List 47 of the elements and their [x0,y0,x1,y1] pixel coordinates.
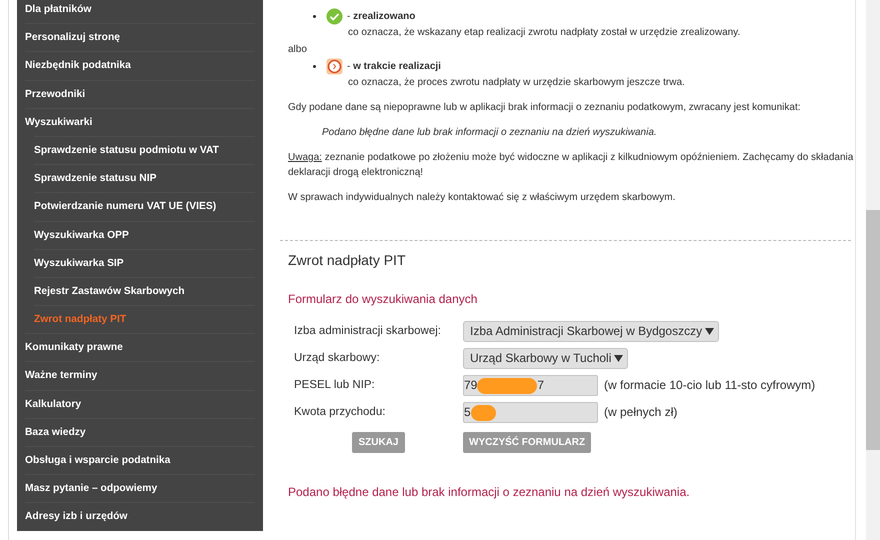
status-description: co oznacza, że proces zwrotu nadpłaty w urzędzie skarbowym jeszcze trwa. [347,76,686,90]
sidebar-subitem[interactable]: Wyszukiwarka SIP [34,248,255,277]
input-field[interactable]: 5 [463,402,598,423]
field-label: Izba administracji skarbowej: [294,324,442,339]
sidebar-subitem[interactable]: Rejestr Zastawów Skarbowych [34,276,255,306]
scrollbar[interactable] [866,0,880,540]
form-subtitle: Formularz do wyszukiwania danych [288,292,478,307]
status-label: - zrealizowano [347,10,416,24]
clock-icon [326,58,343,75]
select-field[interactable]: Urząd Skarbowy w Tucholi [463,348,628,369]
sidebar-item[interactable]: Obsługa i wsparcie podatnika [25,446,255,474]
separator-text: albo [288,43,308,57]
status-label: - w trakcie realizacji [347,60,441,74]
info-paragraph: W sprawach indywidualnych należy kontaktować się z właściwym urzędem skarbowym. [288,191,676,205]
dropdown-icon [614,355,624,362]
sidebar-item[interactable]: Komunikaty prawne [25,333,255,362]
info-paragraph: Gdy podane dane są niepoprawne lub w aplikacji brak informacji o zeznaniu podatkowym, zwracany jest komunikat: [288,101,802,115]
sidebar-item[interactable]: Kalkulatory [25,390,255,418]
sidebar-subitem[interactable]: Sprawdzenie statusu podmiotu w VAT [34,136,255,164]
bullet-icon [313,65,316,68]
sidebar-item[interactable]: Przewodniki [25,80,255,108]
check-circle-icon [326,8,343,25]
sidebar-item[interactable]: Masz pytanie – odpowiemy [25,474,255,502]
sidebar-subitem[interactable]: Potwierdzanie numeru VAT UE (VIES) [34,192,255,220]
bullet-icon [313,15,316,18]
sidebar-item[interactable]: Ważne terminy [25,361,255,390]
section-title: Zwrot nadpłaty PIT [288,253,406,268]
select-field[interactable]: Izba Administracji Skarbowej w Bydgoszczy [463,321,720,342]
sidebar-item[interactable]: Niezbędnik podatnika [25,51,255,80]
sidebar-item[interactable]: Baza wiedzy [25,418,255,446]
message-quote: Podano błędne dane lub brak informacji o zeznaniu na dzień wyszukiwania. [322,126,658,140]
field-hint: (w formacie 10-cio lub 11-sto cyfrowym) [604,378,816,393]
dropdown-icon [705,328,714,335]
sidebar-item[interactable]: Adresy izb i urzędów [25,502,255,531]
field-label: Kwota przychodu: [294,405,386,420]
error-message: Podano błędne dane lub brak informacji o zeznaniu na dzień wyszukiwania. [288,485,691,500]
input-field[interactable]: 79 7 [463,375,598,396]
field-hint: (w pełnych zł) [604,405,678,420]
sidebar-item[interactable]: Dla płatników [25,0,255,24]
sidebar-item[interactable]: Wyszukiwarki [25,108,255,136]
field-label: Urząd skarbowy: [294,351,381,366]
note-paragraph: Uwaga: zeznanie podatkowe po złożeniu może być widoczne w aplikacji z kilkudniowym opóźnieniem. Zachęcamy do składania deklaracji drogą elektroniczną! [288,151,854,180]
sidebar-item[interactable]: Personalizuj stronę [25,23,255,52]
sidebar-subitem[interactable]: Wyszukiwarka OPP [34,220,255,249]
status-description: co oznacza, że wskazany etap realizacji zwrotu nadpłaty został w urzędzie zrealizowany. [347,26,742,40]
field-label: PESEL lub NIP: [294,378,376,393]
sidebar-subitem[interactable]: Sprawdzenie statusu NIP [34,164,255,192]
